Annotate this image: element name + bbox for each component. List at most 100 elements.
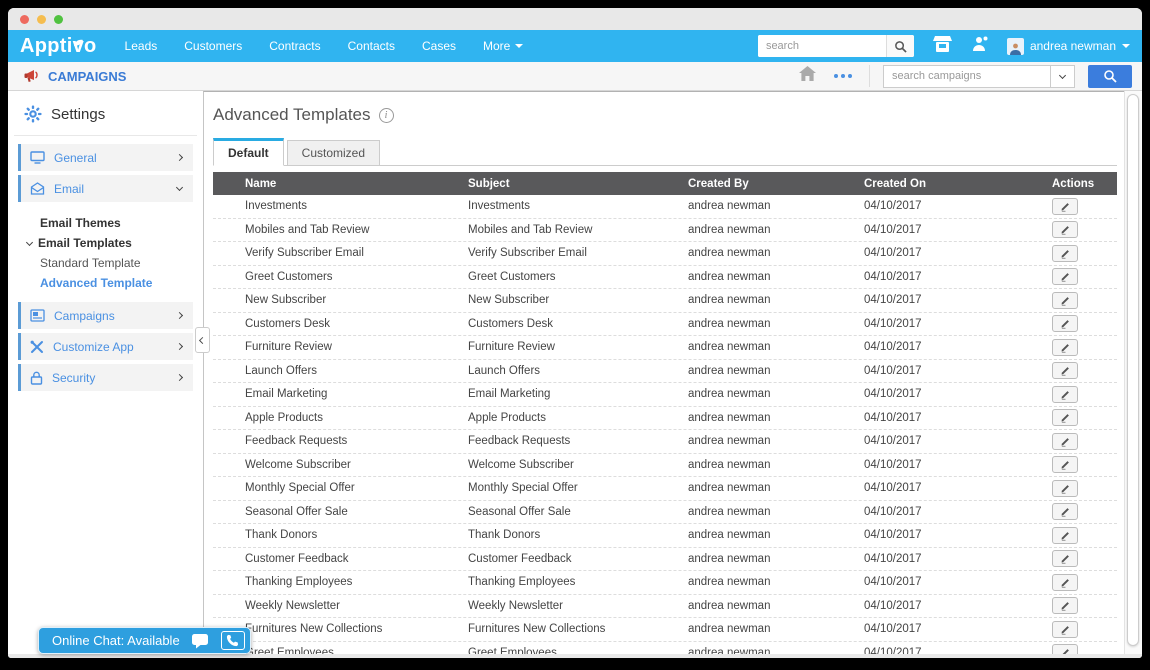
created-by-cell: andrea newman bbox=[678, 529, 854, 541]
user-name: andrea newman bbox=[1030, 39, 1116, 53]
edit-template-button[interactable] bbox=[1052, 644, 1078, 654]
online-chat-widget[interactable]: Online Chat: Available bbox=[38, 627, 251, 654]
edit-template-button[interactable] bbox=[1052, 456, 1078, 473]
settings-title: Settings bbox=[51, 106, 105, 123]
user-menu[interactable]: andrea newman bbox=[1007, 38, 1130, 55]
sidebar-item-security[interactable]: Security bbox=[18, 364, 193, 391]
edit-template-button[interactable] bbox=[1052, 527, 1078, 544]
template-name-cell: Launch Offers bbox=[235, 365, 458, 377]
topnav-item[interactable]: Cases bbox=[422, 39, 456, 53]
chevron-right-icon bbox=[176, 343, 183, 350]
edit-template-button[interactable] bbox=[1052, 268, 1078, 285]
scrollbar-thumb[interactable] bbox=[1127, 94, 1139, 646]
sidebar-subitem-email-templates[interactable]: Email Templates bbox=[40, 233, 203, 253]
edit-template-button[interactable] bbox=[1052, 221, 1078, 238]
template-subject-cell: Verify Subscriber Email bbox=[458, 247, 678, 259]
template-subject-cell: Email Marketing bbox=[458, 388, 678, 400]
global-search-button[interactable] bbox=[886, 35, 914, 57]
table-row: Monthly Special Offer Monthly Special Of… bbox=[213, 477, 1117, 501]
topnav-item[interactable]: Leads bbox=[125, 39, 158, 53]
chat-phone-button[interactable] bbox=[221, 631, 245, 650]
edit-template-button[interactable] bbox=[1052, 503, 1078, 520]
edit-template-button[interactable] bbox=[1052, 245, 1078, 262]
edit-template-button[interactable] bbox=[1052, 550, 1078, 567]
template-name-cell: Thanking Employees bbox=[235, 576, 458, 588]
edit-template-button[interactable] bbox=[1052, 574, 1078, 591]
sidebar-subitem-advanced-template[interactable]: Advanced Template bbox=[40, 273, 203, 293]
edit-template-button[interactable] bbox=[1052, 621, 1078, 638]
chat-bubble-button[interactable] bbox=[188, 631, 212, 650]
tab-customized[interactable]: Customized bbox=[287, 140, 380, 166]
sidebar-subitem-standard-template[interactable]: Standard Template bbox=[40, 253, 203, 273]
global-search-input[interactable] bbox=[758, 35, 886, 57]
page-title-row: Advanced Templates i bbox=[213, 105, 1124, 125]
table-row: Email Marketing Email Marketing andrea n… bbox=[213, 383, 1117, 407]
created-on-cell: 04/10/2017 bbox=[854, 294, 1040, 306]
created-on-cell: 04/10/2017 bbox=[854, 247, 1040, 259]
sidebar-collapse-handle[interactable] bbox=[195, 327, 210, 353]
actions-cell bbox=[1040, 597, 1117, 614]
topnav-item[interactable]: Contacts bbox=[348, 39, 395, 53]
sidebar-item-email[interactable]: Email bbox=[18, 175, 193, 202]
template-subject-cell: Customer Feedback bbox=[458, 553, 678, 565]
settings-header: Settings bbox=[8, 103, 203, 135]
chevron-down-icon bbox=[515, 44, 523, 48]
template-name-cell: Furniture Review bbox=[235, 341, 458, 353]
edit-template-button[interactable] bbox=[1052, 339, 1078, 356]
edit-template-button[interactable] bbox=[1052, 198, 1078, 215]
template-subject-cell: Greet Employees bbox=[458, 647, 678, 654]
app-search-placeholder: search campaigns bbox=[892, 70, 981, 82]
topnav-item[interactable]: Contracts bbox=[269, 39, 320, 53]
topnav-item[interactable]: Customers bbox=[184, 39, 242, 53]
template-name-cell: Investments bbox=[235, 200, 458, 212]
created-by-cell: andrea newman bbox=[678, 459, 854, 471]
topnav-more-menu[interactable]: More bbox=[483, 39, 523, 53]
info-icon[interactable]: i bbox=[379, 108, 394, 123]
window-minimize-button[interactable] bbox=[37, 15, 46, 24]
apptivo-logo[interactable]: Apptivo bbox=[20, 35, 97, 58]
edit-template-button[interactable] bbox=[1052, 362, 1078, 379]
sidebar-item-label: Security bbox=[52, 371, 95, 385]
edit-template-button[interactable] bbox=[1052, 409, 1078, 426]
home-icon[interactable] bbox=[798, 65, 817, 87]
table-row: Thank Donors Thank Donors andrea newman … bbox=[213, 524, 1117, 548]
vertical-scrollbar[interactable] bbox=[1124, 91, 1142, 654]
sidebar-item-customize-app[interactable]: Customize App bbox=[18, 333, 193, 360]
edit-template-button[interactable] bbox=[1052, 386, 1078, 403]
template-subject-cell: Greet Customers bbox=[458, 271, 678, 283]
edit-template-button[interactable] bbox=[1052, 292, 1078, 309]
app-store-icon[interactable] bbox=[932, 35, 953, 58]
edit-template-button[interactable] bbox=[1052, 433, 1078, 450]
pencil-icon bbox=[1060, 318, 1071, 329]
template-name-cell: Verify Subscriber Email bbox=[235, 247, 458, 259]
notifications-icon[interactable] bbox=[971, 35, 989, 58]
created-by-cell: andrea newman bbox=[678, 247, 854, 259]
pencil-icon bbox=[1060, 342, 1071, 353]
tab-default[interactable]: Default bbox=[213, 138, 284, 166]
table-row: Greet Customers Greet Customers andrea n… bbox=[213, 266, 1117, 290]
sidebar-item-campaigns[interactable]: Campaigns bbox=[18, 302, 193, 329]
edit-template-button[interactable] bbox=[1052, 597, 1078, 614]
app-title[interactable]: CAMPAIGNS bbox=[24, 69, 126, 84]
template-subject-cell: Launch Offers bbox=[458, 365, 678, 377]
window-zoom-button[interactable] bbox=[54, 15, 63, 24]
header-subject: Subject bbox=[458, 178, 678, 190]
app-search-button[interactable] bbox=[1088, 65, 1132, 88]
actions-cell bbox=[1040, 292, 1117, 309]
app-search-scope-select[interactable]: search campaigns bbox=[883, 65, 1075, 88]
edit-template-button[interactable] bbox=[1052, 480, 1078, 497]
table-row: Feedback Requests Feedback Requests andr… bbox=[213, 430, 1117, 454]
created-by-cell: andrea newman bbox=[678, 553, 854, 565]
template-subject-cell: Furniture Review bbox=[458, 341, 678, 353]
sidebar-item-label: Campaigns bbox=[54, 309, 115, 323]
actions-cell bbox=[1040, 245, 1117, 262]
sidebar-item-general[interactable]: General bbox=[18, 144, 193, 171]
window-close-button[interactable] bbox=[20, 15, 29, 24]
template-subject-cell: Customers Desk bbox=[458, 318, 678, 330]
edit-template-button[interactable] bbox=[1052, 315, 1078, 332]
select-chevron[interactable] bbox=[1050, 66, 1074, 87]
actions-cell bbox=[1040, 409, 1117, 426]
overflow-menu-icon[interactable] bbox=[830, 70, 856, 82]
template-name-cell: Customer Feedback bbox=[235, 553, 458, 565]
sidebar-subitem-email-themes[interactable]: Email Themes bbox=[40, 213, 203, 233]
